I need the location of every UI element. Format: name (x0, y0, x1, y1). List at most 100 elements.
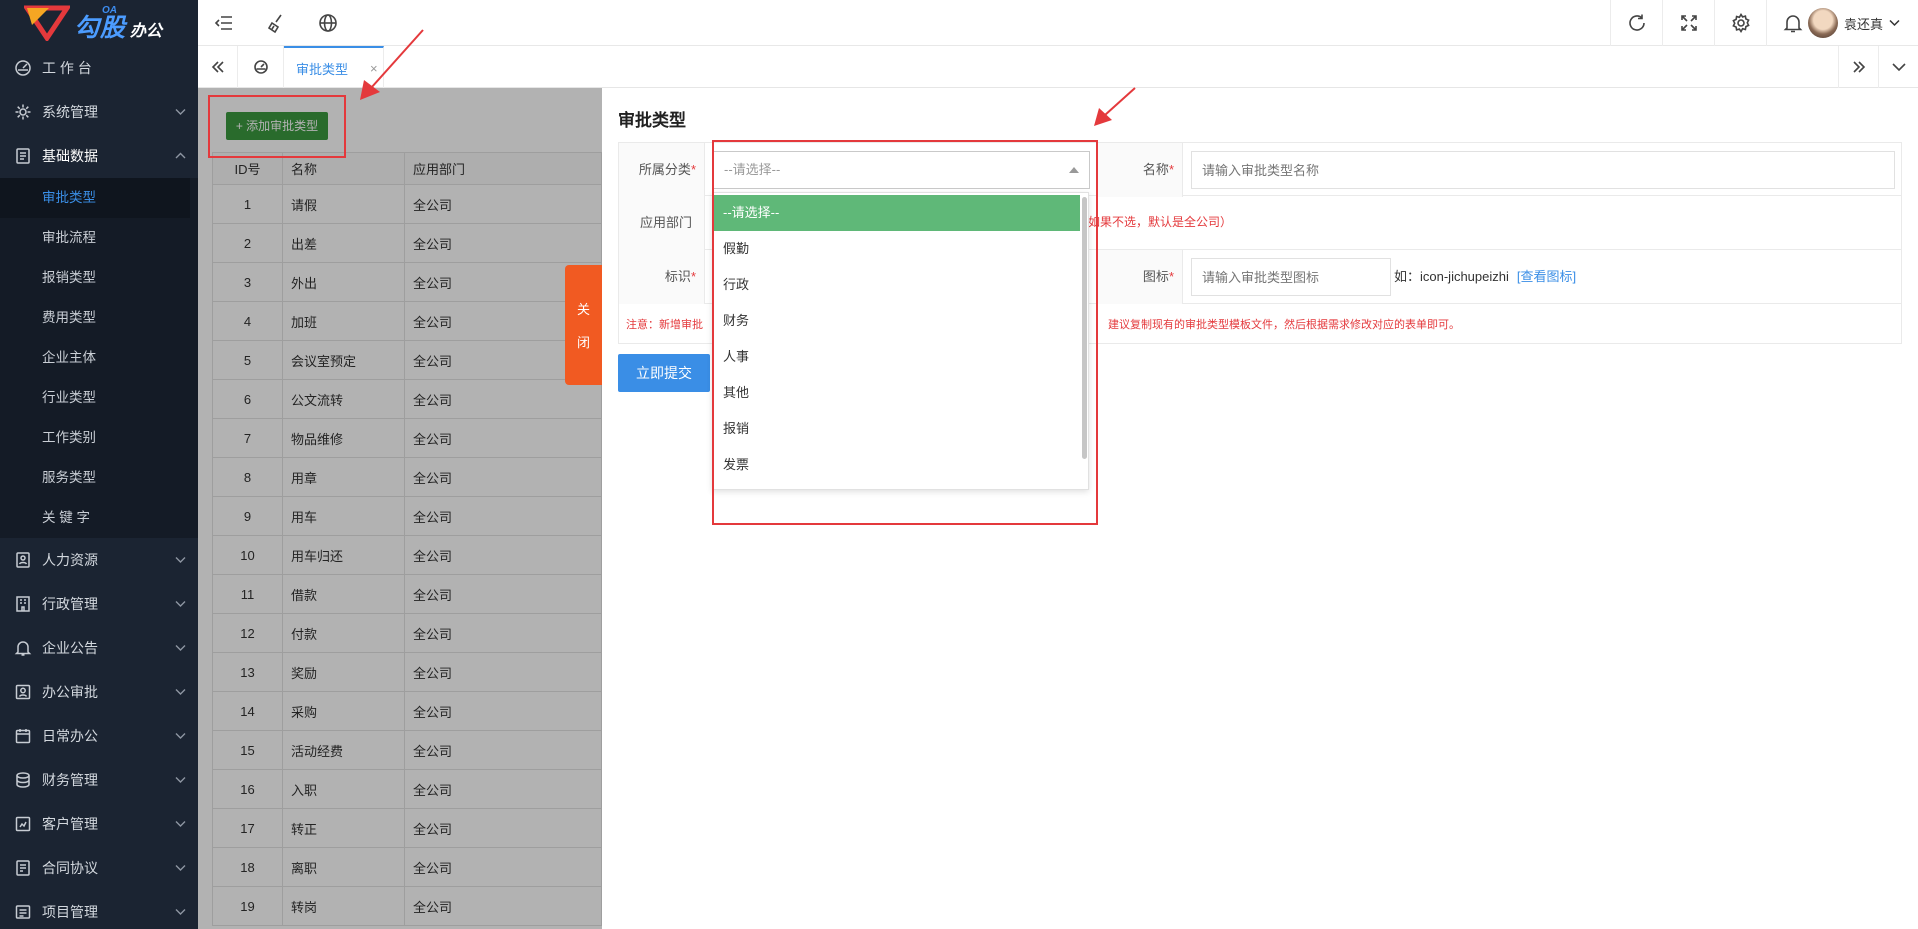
chevron-down-icon (175, 909, 186, 915)
sidebar-subitem-work-category[interactable]: 工作类别 (0, 418, 198, 458)
sidebar-menu: 工 作 台 系统管理 基础数据 审批类型 审批流程 报销类型 费用类型 企业主体… (0, 46, 198, 929)
drawer-title: 审批类型 (618, 111, 686, 130)
chevron-down-icon (1891, 63, 1906, 72)
tab-menu-button[interactable] (1878, 46, 1918, 88)
sidebar-item-contract[interactable]: 合同协议 (0, 846, 198, 890)
home-dashboard-icon (253, 60, 268, 74)
chevron-down-icon (175, 733, 186, 739)
required-mark: * (1168, 162, 1174, 177)
key-label-text: 标识 (664, 269, 691, 284)
submit-button[interactable]: 立即提交 (618, 354, 710, 392)
chevron-down-icon (175, 109, 186, 115)
chevron-down-icon (175, 557, 186, 563)
sidebar-item-finance[interactable]: 财务管理 (0, 758, 198, 802)
required-mark: * (690, 269, 696, 284)
sidebar-item-office-approval[interactable]: 办公审批 (0, 670, 198, 714)
sidebar-item-daily-office[interactable]: 日常办公 (0, 714, 198, 758)
tab-bar: 审批类型 × (198, 46, 1918, 88)
name-label: 名称* (1097, 143, 1183, 197)
icon-example: 如：icon-jichupeizhi [查看图标] (1394, 266, 1576, 285)
name-input[interactable] (1191, 151, 1895, 189)
sidebar-subitem-service-type[interactable]: 服务类型 (0, 458, 198, 498)
tab-close-icon[interactable]: × (370, 61, 378, 76)
required-mark: * (690, 162, 696, 177)
tab-scroll-right-button[interactable] (1838, 46, 1878, 88)
broom-icon (267, 14, 282, 34)
name-label-text: 名称 (1142, 162, 1169, 177)
modal-overlay[interactable] (198, 88, 602, 929)
clear-cache-button[interactable] (250, 0, 302, 46)
sidebar-submenu: 审批类型 审批流程 报销类型 费用类型 企业主体 行业类型 工作类别 服务类型 … (0, 178, 198, 538)
sidebar-item-admin[interactable]: 行政管理 (0, 582, 198, 626)
sidebar-item-label: 人力资源 (42, 552, 98, 568)
logo-suffix: 办公 (130, 22, 163, 40)
tab-scroll-left-button[interactable] (198, 46, 238, 88)
sidebar-item-system[interactable]: 系统管理 (0, 90, 198, 134)
website-button[interactable] (302, 0, 354, 46)
tab-approval-type[interactable]: 审批类型 × (284, 46, 384, 88)
sidebar-item-hr[interactable]: 人力资源 (0, 538, 198, 582)
gear-icon (1731, 12, 1750, 34)
menu-toggle-button[interactable] (198, 0, 250, 46)
user-name: 袁还真 (1843, 16, 1883, 32)
sidebar-item-label: 财务管理 (42, 772, 98, 788)
required-mark: * (1168, 269, 1174, 284)
project-icon (15, 905, 31, 919)
sidebar-subitem-industry-type[interactable]: 行业类型 (0, 378, 198, 418)
close-drawer-button[interactable]: 关 闭 (565, 265, 602, 385)
bell-icon (14, 641, 32, 656)
calendar-icon (15, 729, 31, 744)
sidebar-item-dashboard[interactable]: 工 作 台 (0, 46, 198, 90)
sidebar-item-announcement[interactable]: 企业公告 (0, 626, 198, 670)
category-label: 所属分类* (619, 143, 705, 197)
sidebar-subitem-enterprise-entity[interactable]: 企业主体 (0, 338, 198, 378)
approval-icon (15, 684, 31, 700)
logo-triangle-icon (24, 5, 70, 41)
gear-icon (15, 104, 31, 120)
sidebar-item-label: 项目管理 (42, 904, 98, 920)
sidebar-item-label: 日常办公 (42, 728, 98, 744)
sidebar-item-basic-data[interactable]: 基础数据 (0, 134, 198, 178)
logo-brand: 勾股 (74, 13, 127, 42)
annotation-box-add-button (208, 95, 346, 158)
sidebar: OA 勾股 办公 工 作 台 系统管理 基础数据 审批类型 审批流程 报销类型 … (0, 0, 198, 929)
category-label-text: 所属分类 (638, 162, 691, 177)
sidebar-item-customer[interactable]: 客户管理 (0, 802, 198, 846)
department-hint: 如果不选，默认是全公司） (1088, 215, 1233, 229)
close-tab-char-1: 关 (576, 302, 590, 317)
icon-label: 图标* (1097, 250, 1183, 304)
fullscreen-button[interactable] (1662, 0, 1714, 46)
bell-icon (1783, 15, 1802, 33)
chevron-down-icon (175, 777, 186, 783)
chevron-down-icon (1889, 19, 1900, 27)
fullscreen-icon (1680, 15, 1697, 31)
document-icon (16, 148, 30, 164)
sidebar-item-project[interactable]: 项目管理 (0, 890, 198, 929)
sidebar-item-label: 合同协议 (42, 860, 98, 876)
icon-example-text: 如：icon-jichupeizhi (1394, 269, 1509, 284)
note-start: 注意：新增审批 (626, 319, 703, 331)
refresh-button[interactable] (1610, 0, 1662, 46)
sidebar-subitem-keyword[interactable]: 关 键 字 (0, 498, 198, 538)
tab-home[interactable] (238, 46, 284, 88)
icon-input[interactable] (1191, 258, 1391, 296)
sidebar-subitem-cost-type[interactable]: 费用类型 (0, 298, 198, 338)
user-menu[interactable]: 袁还真 (1807, 8, 1900, 38)
settings-button[interactable] (1714, 0, 1766, 46)
sidebar-subitem-approval-type[interactable]: 审批类型 (0, 178, 190, 218)
sidebar-item-label: 办公审批 (42, 684, 98, 700)
sidebar-item-label: 行政管理 (42, 596, 98, 612)
annotation-box-category-select (712, 140, 1098, 525)
chevron-down-icon (175, 865, 186, 871)
logo[interactable]: OA 勾股 办公 (0, 0, 198, 46)
refresh-icon (1628, 14, 1645, 31)
customer-icon (15, 816, 31, 832)
chevron-down-icon (175, 601, 186, 607)
sidebar-subitem-expense-claim-type[interactable]: 报销类型 (0, 258, 198, 298)
view-icons-link[interactable]: [查看图标] (1517, 269, 1576, 284)
globe-icon (319, 14, 337, 32)
sidebar-subitem-approval-flow[interactable]: 审批流程 (0, 218, 198, 258)
chevron-down-icon (175, 645, 186, 651)
chevron-down-icon (175, 689, 186, 695)
sidebar-item-label: 系统管理 (42, 104, 98, 120)
